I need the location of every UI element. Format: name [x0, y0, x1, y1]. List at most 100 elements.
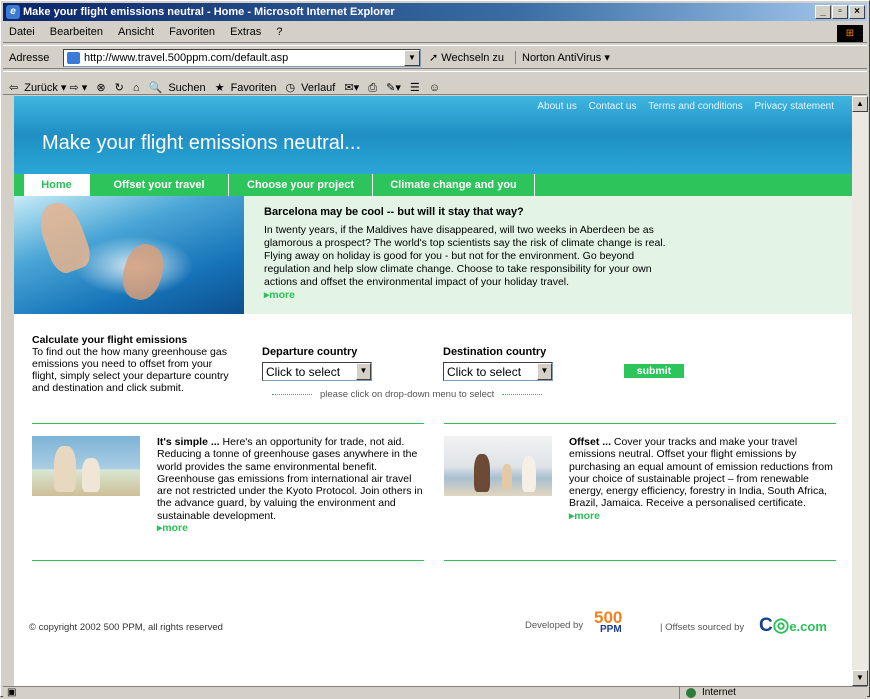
history-button[interactable]: ◷ Verlauf — [286, 77, 336, 94]
offsets-sourced-by: | Offsets sourced by — [660, 622, 745, 633]
page-footer: © copyright 2002 500 PPM, all rights res… — [14, 596, 852, 656]
back-label: Zurück — [24, 82, 58, 94]
site-header: About us Contact us Terms and conditions… — [14, 96, 852, 174]
departure-value: Click to select — [266, 365, 341, 379]
menu-ansicht[interactable]: Ansicht — [112, 23, 160, 41]
scroll-up-icon[interactable]: ▲ — [852, 96, 868, 112]
hero-text: Barcelona may be cool -- but will it sta… — [264, 206, 674, 302]
card-offset-more-link[interactable]: ▸more — [569, 510, 837, 522]
tab-climate-change[interactable]: Climate change and you — [373, 174, 535, 196]
page-headline: Make your flight emissions neutral... — [42, 132, 362, 154]
go-label: Wechseln zu — [441, 52, 505, 64]
departure-select[interactable]: Click to select ▼ — [262, 362, 372, 381]
chevron-down-icon[interactable]: ▼ — [537, 363, 552, 380]
search-label: Suchen — [168, 82, 206, 94]
destination-label: Destination country — [443, 346, 547, 358]
menu-help[interactable]: ? — [270, 23, 288, 41]
mail-icon[interactable]: ✉▾ — [344, 81, 359, 94]
messenger-icon[interactable]: ☺ — [429, 82, 440, 94]
maximize-button[interactable]: ▫ — [832, 5, 848, 19]
link-contact-us[interactable]: Contact us — [589, 101, 637, 112]
tab-offset-travel[interactable]: Offset your travel — [90, 174, 229, 196]
windows-logo-icon: ⊞ — [837, 25, 863, 42]
hero-more-label: more — [269, 289, 295, 301]
ie-icon: e — [6, 5, 20, 19]
calculator-intro: Calculate your flight emissions To find … — [32, 334, 232, 394]
hint-text: please click on drop-down menu to select — [320, 389, 495, 400]
chevron-down-icon[interactable]: ▼ — [356, 363, 371, 380]
zone-label: Internet — [702, 687, 736, 698]
info-card-simple: It's simple ... Here's an opportunity fo… — [32, 423, 424, 561]
destination-select[interactable]: Click to select ▼ — [443, 362, 553, 381]
hero-more-link[interactable]: ▸more — [264, 289, 674, 302]
security-zone: Internet — [679, 687, 861, 699]
menu-bar: Datei Bearbeiten Ansicht Favoriten Extra… — [3, 23, 867, 43]
favorites-button[interactable]: ★ Favoriten — [215, 77, 277, 94]
favorites-label: Favoriten — [230, 82, 277, 94]
co2-logo-suffix: e.com — [789, 619, 827, 634]
select-hint: please click on drop-down menu to select — [264, 389, 550, 400]
go-button[interactable]: ➚ Wechseln zu — [429, 51, 504, 64]
page-icon — [67, 52, 80, 64]
ppm-logo-sub: PPM — [600, 624, 622, 635]
destination-value: Click to select — [447, 365, 522, 379]
address-input[interactable]: http://www.travel.500ppm.com/default.asp… — [63, 49, 421, 67]
menu-datei[interactable]: Datei — [3, 23, 41, 41]
card-offset-text: Offset ... Cover your tracks and make yo… — [569, 436, 837, 522]
scroll-down-icon[interactable]: ▼ — [852, 670, 868, 686]
card-offset-lead: Offset ... — [569, 436, 612, 448]
tab-home[interactable]: Home — [24, 174, 90, 196]
card-simple-text: It's simple ... Here's an opportunity fo… — [157, 436, 425, 534]
family-beach-image — [32, 436, 140, 496]
link-privacy[interactable]: Privacy statement — [755, 101, 834, 112]
menu-bearbeiten[interactable]: Bearbeiten — [44, 23, 109, 41]
submit-button[interactable]: submit — [624, 364, 684, 378]
menu-favoriten[interactable]: Favoriten — [163, 23, 221, 41]
departure-label: Departure country — [262, 346, 358, 358]
address-bar: Adresse http://www.travel.500ppm.com/def… — [3, 45, 867, 69]
back-button[interactable]: ⇦ Zurück ▾ ⇨ ▾ — [9, 77, 87, 94]
beach-walk-image — [444, 436, 552, 496]
title-bar: e Make your flight emissions neutral - H… — [3, 3, 867, 21]
history-label: Verlauf — [301, 82, 336, 94]
norton-button[interactable]: Norton AntiVirus ▾ — [515, 51, 610, 64]
home-icon[interactable]: ⌂ — [133, 82, 140, 94]
refresh-icon[interactable]: ↻ — [115, 81, 124, 94]
link-about-us[interactable]: About us — [537, 101, 576, 112]
calculator-body: To find out the how many greenhouse gas … — [32, 346, 229, 394]
card-simple-more-label: more — [162, 522, 188, 535]
discuss-icon[interactable]: ☰ — [410, 81, 420, 94]
500ppm-logo[interactable]: 500 PPM — [594, 608, 622, 635]
co2-logo-c: C — [759, 615, 773, 636]
calculator-title: Calculate your flight emissions — [32, 334, 188, 346]
search-button[interactable]: 🔍 Suchen — [149, 77, 206, 94]
address-dropdown-button[interactable]: ▼ — [404, 50, 420, 66]
hero-title: Barcelona may be cool -- but will it sta… — [264, 206, 524, 218]
top-links: About us Contact us Terms and conditions… — [528, 101, 834, 112]
address-label: Adresse — [9, 52, 50, 64]
tab-choose-project[interactable]: Choose your project — [229, 174, 373, 196]
menu-extras[interactable]: Extras — [224, 23, 267, 41]
print-icon[interactable]: ⎙ — [368, 82, 377, 95]
status-bar: ▣ Internet — [3, 686, 867, 699]
co2e-logo[interactable]: C◎e.com — [759, 614, 827, 637]
info-card-offset: Offset ... Cover your tracks and make yo… — [444, 423, 836, 561]
stop-icon[interactable]: ⊗ — [96, 81, 105, 94]
card-simple-body: Here's an opportunity for trade, not aid… — [157, 436, 423, 522]
norton-label: Norton AntiVirus — [522, 52, 602, 64]
card-simple-lead: It's simple ... — [157, 436, 220, 448]
vertical-scrollbar[interactable]: ▲ ▼ — [852, 96, 868, 686]
close-button[interactable]: × — [849, 5, 865, 19]
edit-icon[interactable]: ✎▾ — [386, 81, 401, 94]
developed-by: Developed by — [525, 620, 584, 631]
link-terms[interactable]: Terms and conditions — [648, 101, 743, 112]
copyright: © copyright 2002 500 PPM, all rights res… — [29, 622, 223, 633]
hero-body: In twenty years, if the Maldives have di… — [264, 224, 666, 288]
main-nav: Home Offset your travel Choose your proj… — [14, 174, 852, 196]
card-simple-more-link[interactable]: ▸more — [157, 522, 425, 534]
swimmers-image — [14, 196, 244, 314]
minimize-button[interactable]: _ — [815, 5, 831, 19]
window-title: Make your flight emissions neutral - Hom… — [23, 6, 395, 18]
address-url: http://www.travel.500ppm.com/default.asp — [84, 52, 289, 64]
standard-toolbar: ⇦ Zurück ▾ ⇨ ▾ ⊗ ↻ ⌂ 🔍 Suchen ★ Favoriten ◷… — [3, 71, 867, 95]
